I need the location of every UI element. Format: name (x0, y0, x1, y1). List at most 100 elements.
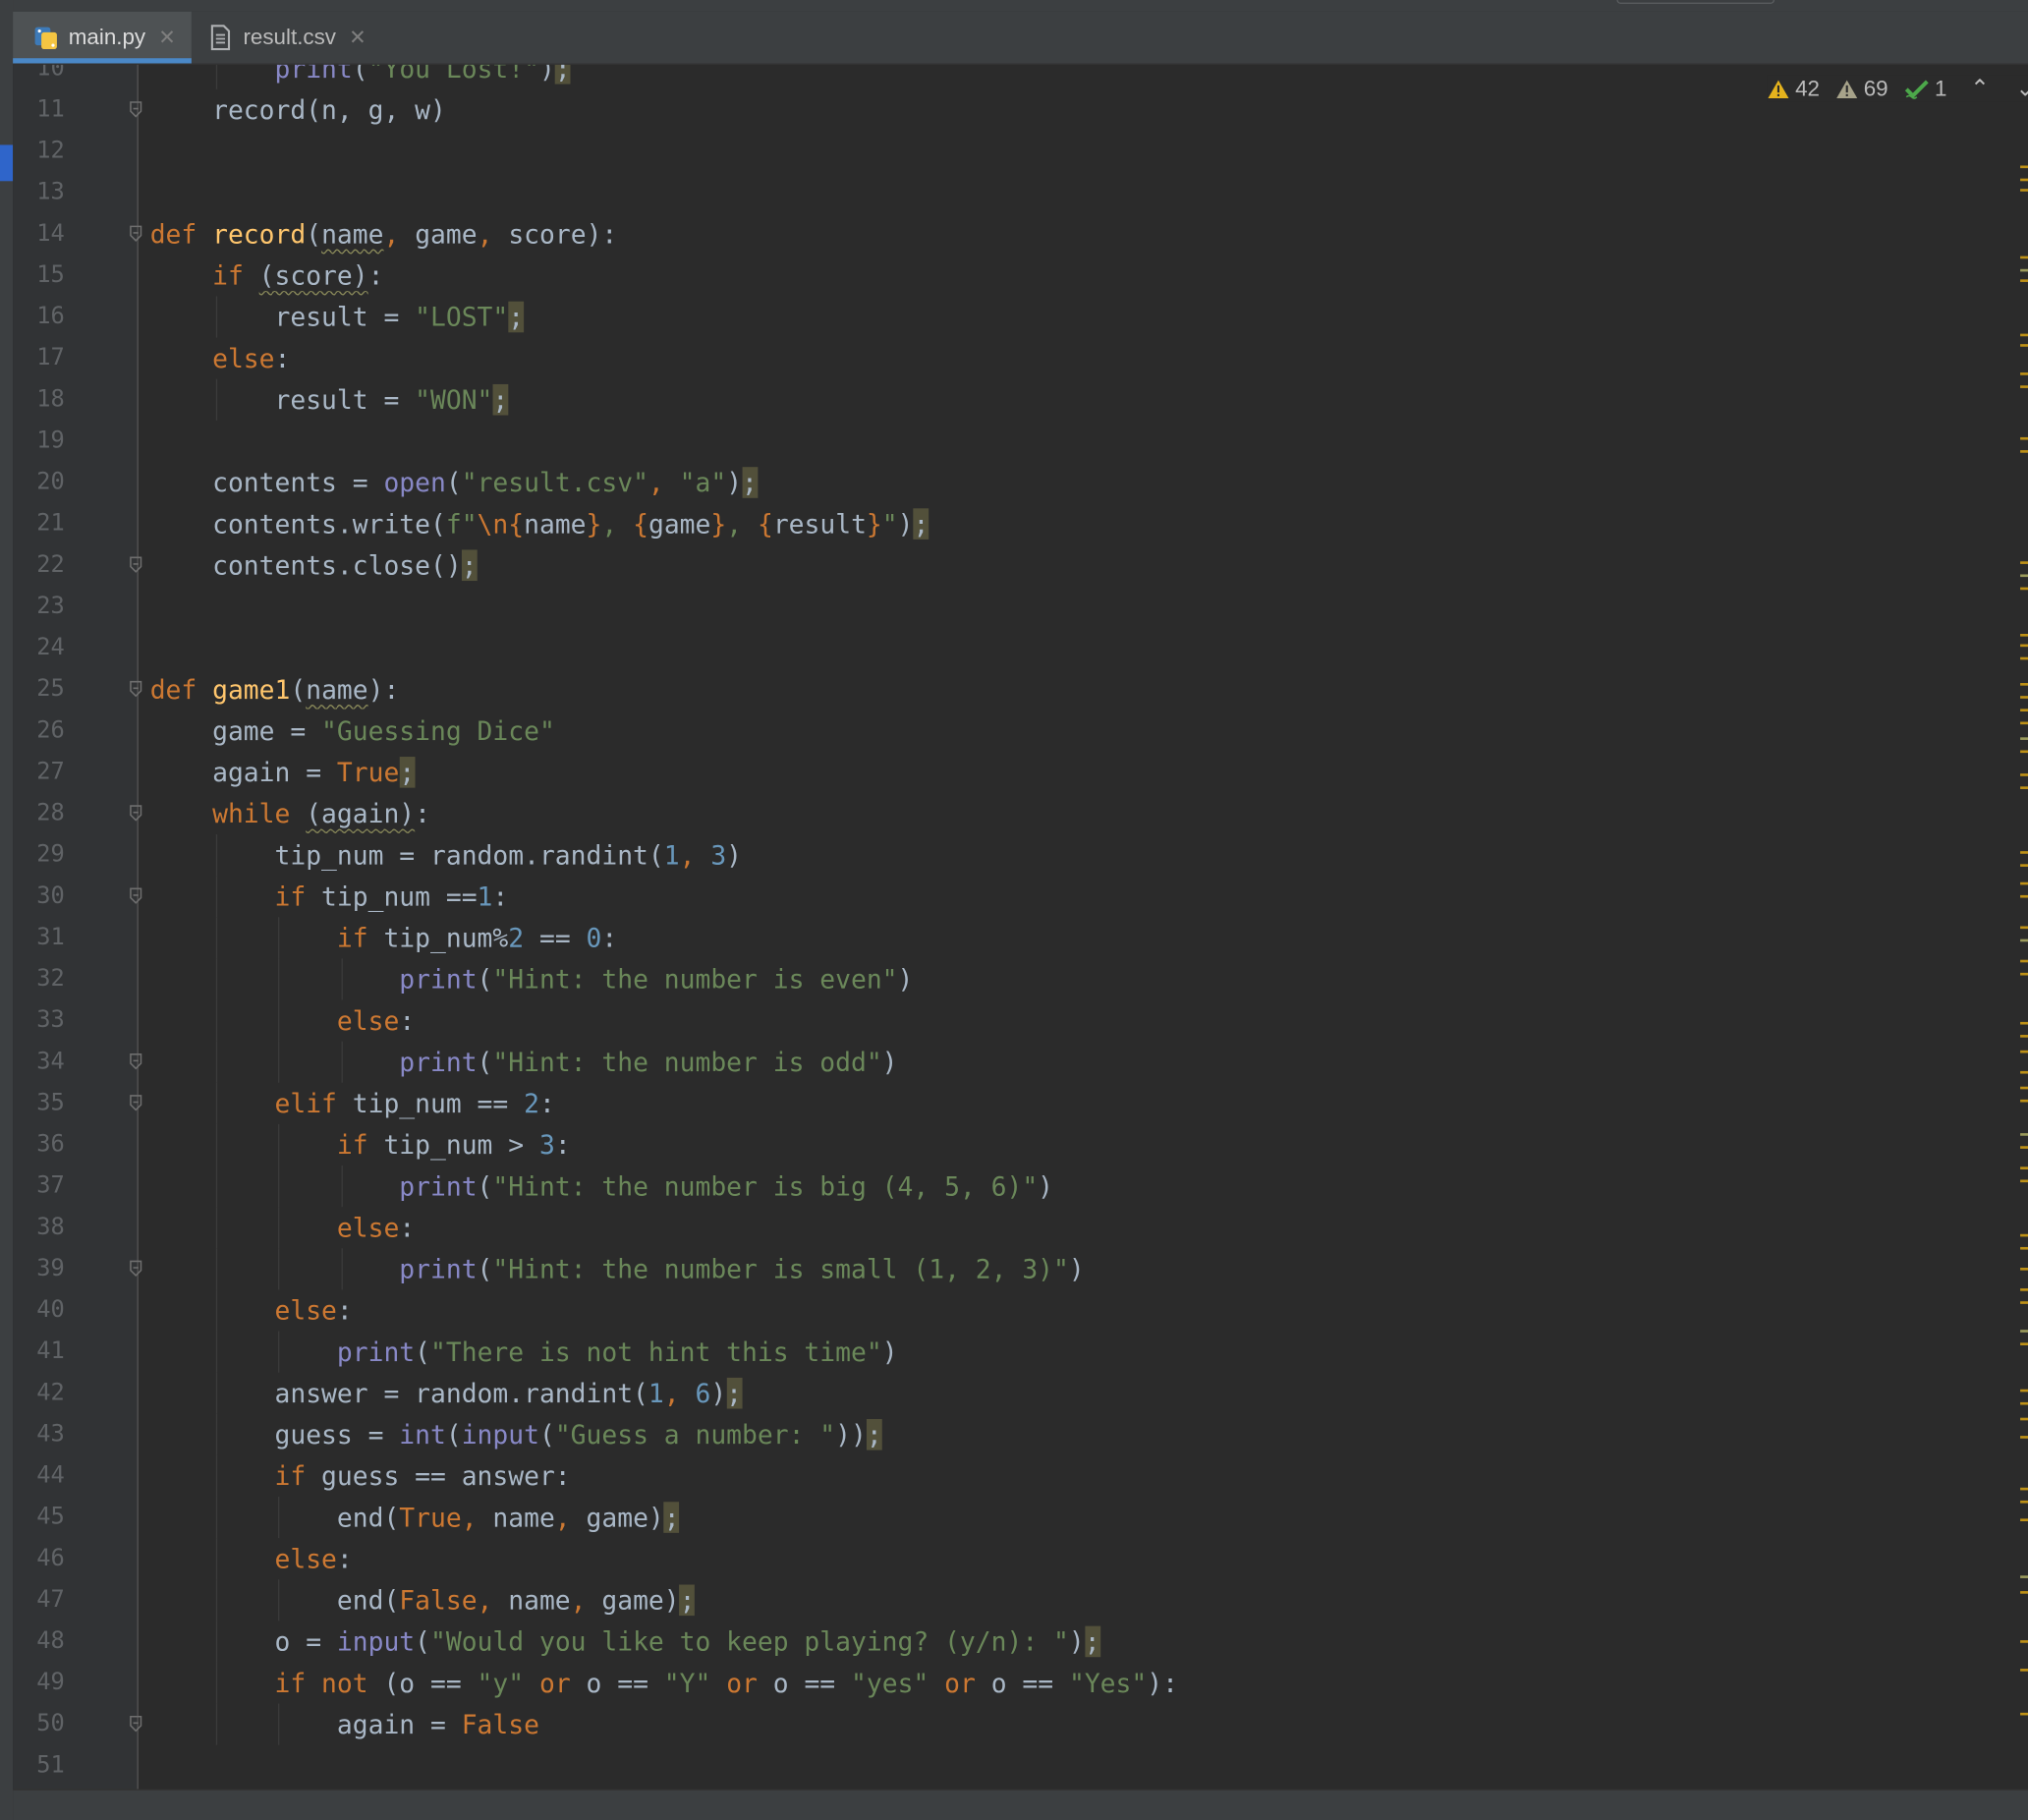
stripe-marker[interactable] (2020, 1436, 2028, 1439)
code-line[interactable]: 42 answer = random.randint(1, 6); (13, 1372, 2012, 1414)
code-line[interactable]: 30 if tip_num ==1: (13, 876, 2012, 918)
stripe-marker[interactable] (2020, 696, 2028, 699)
error-stripe[interactable] (2012, 65, 2028, 1790)
stripe-marker[interactable] (2020, 644, 2028, 648)
stripe-marker[interactable] (2020, 436, 2028, 440)
stripe-marker[interactable] (2020, 1575, 2028, 1578)
code-line[interactable]: 41 print("There is not hint this time") (13, 1331, 2012, 1373)
stripe-marker[interactable] (2020, 1268, 2028, 1271)
stripe-marker[interactable] (2020, 372, 2028, 375)
code-line[interactable]: 46 else: (13, 1538, 2012, 1580)
warnings-counter[interactable]: 42 (1767, 76, 1820, 101)
code-line[interactable]: 51 (13, 1745, 2012, 1787)
previous-highlight-icon[interactable]: ⌃ (1970, 75, 1990, 102)
fold-marker-icon[interactable] (130, 887, 142, 904)
stripe-marker[interactable] (2020, 634, 2028, 637)
stripe-marker[interactable] (2020, 1099, 2028, 1103)
code-line[interactable]: 35 elif tip_num == 2: (13, 1082, 2012, 1124)
stripe-marker[interactable] (2020, 1500, 2028, 1504)
project-tool-indicator[interactable] (0, 144, 14, 182)
stripe-marker[interactable] (2020, 1146, 2028, 1149)
code-line[interactable]: 12 (13, 131, 2012, 172)
code-line[interactable]: 29 tip_num = random.randint(1, 3) (13, 834, 2012, 877)
code-line[interactable]: 23 (13, 586, 2012, 627)
stripe-marker[interactable] (2020, 561, 2028, 564)
fold-marker-icon[interactable] (130, 556, 142, 573)
code-line[interactable]: 20 contents = open("result.csv", "a"); (13, 462, 2012, 503)
code-editor[interactable]: 10 print("You Lost!"); 11 record(n, g, w)… (13, 64, 2012, 1790)
stripe-marker[interactable] (2020, 1669, 2028, 1672)
fold-marker-icon[interactable] (130, 805, 142, 822)
stripe-marker[interactable] (2020, 587, 2028, 591)
stripe-marker[interactable] (2020, 656, 2028, 660)
stripe-marker[interactable] (2020, 1389, 2028, 1393)
fold-marker-icon[interactable] (130, 101, 142, 118)
stripe-marker[interactable] (2020, 1712, 2028, 1716)
stripe-marker[interactable] (2020, 1246, 2028, 1250)
code-line[interactable]: 31 if tip_num%2 == 0: (13, 917, 2012, 959)
fold-marker-icon[interactable] (130, 1095, 142, 1111)
stripe-marker[interactable] (2020, 737, 2028, 740)
code-line[interactable]: 24 (13, 627, 2012, 668)
stripe-marker[interactable] (2020, 721, 2028, 725)
stripe-marker[interactable] (2020, 1086, 2028, 1090)
stripe-marker[interactable] (2020, 1487, 2028, 1491)
close-icon[interactable]: ✕ (349, 25, 366, 50)
stripe-marker[interactable] (2020, 894, 2028, 898)
code-line[interactable]: 32 print("Hint: the number is even") (13, 958, 2012, 1000)
code-line[interactable]: 18 result = "WON"; (13, 378, 2012, 421)
stripe-marker[interactable] (2020, 1518, 2028, 1522)
stripe-marker[interactable] (2020, 1342, 2028, 1345)
toolbar-widget[interactable] (1616, 0, 1775, 4)
code-line[interactable]: 28 while (again): (13, 793, 2012, 834)
code-line[interactable]: 16 result = "LOST"; (13, 296, 2012, 338)
stripe-marker[interactable] (2020, 959, 2028, 963)
code-line[interactable]: 40 else: (13, 1289, 2012, 1332)
stripe-marker[interactable] (2020, 786, 2028, 789)
code-line[interactable]: 39 print("Hint: the number is small (1, … (13, 1248, 2012, 1290)
stripe-marker[interactable] (2020, 864, 2028, 867)
stripe-marker[interactable] (2020, 1640, 2028, 1643)
code-line[interactable]: 33 else: (13, 999, 2012, 1042)
stripe-marker[interactable] (2020, 450, 2028, 453)
code-line[interactable]: 26 game = "Guessing Dice" (13, 711, 2012, 752)
typos-counter[interactable]: 1 (1903, 76, 1946, 101)
stripe-marker[interactable] (2020, 926, 2028, 930)
stripe-marker[interactable] (2020, 851, 2028, 854)
stripe-marker[interactable] (2020, 750, 2028, 754)
code-line[interactable]: 48 o = input("Would you like to keep pla… (13, 1621, 2012, 1663)
stripe-marker[interactable] (2020, 1288, 2028, 1291)
stripe-marker[interactable] (2020, 165, 2028, 169)
code-line[interactable]: 15 if (score): (13, 255, 2012, 296)
code-line[interactable]: 22 contents.close(); (13, 544, 2012, 586)
fold-marker-icon[interactable] (130, 1052, 142, 1070)
code-line[interactable]: 47 end(False, name, game); (13, 1579, 2012, 1621)
stripe-marker[interactable] (2020, 279, 2028, 282)
stripe-marker[interactable] (2020, 1233, 2028, 1237)
code-line[interactable]: 34 print("Hint: the number is odd") (13, 1041, 2012, 1083)
fold-marker-icon[interactable] (130, 225, 142, 242)
stripe-marker[interactable] (2020, 1133, 2028, 1136)
stripe-marker[interactable] (2020, 1417, 2028, 1421)
stripe-marker[interactable] (2020, 773, 2028, 776)
stripe-marker[interactable] (2020, 1070, 2028, 1074)
stripe-marker[interactable] (2020, 385, 2028, 388)
code-line[interactable]: 19 (13, 421, 2012, 462)
stripe-marker[interactable] (2020, 333, 2028, 337)
stripe-marker[interactable] (2020, 178, 2028, 182)
code-line[interactable]: 45 end(True, name, game); (13, 1496, 2012, 1539)
fold-marker-icon[interactable] (130, 1260, 142, 1278)
code-line[interactable]: 50 again = False (13, 1703, 2012, 1745)
fold-marker-icon[interactable] (130, 1715, 142, 1733)
stripe-marker[interactable] (2020, 189, 2028, 192)
stripe-marker[interactable] (2020, 1035, 2028, 1038)
stripe-marker[interactable] (2020, 1330, 2028, 1333)
fold-marker-icon[interactable] (130, 680, 142, 698)
code-line[interactable]: 37 print("Hint: the number is big (4, 5,… (13, 1166, 2012, 1208)
stripe-marker[interactable] (2020, 1179, 2028, 1183)
tab-result-csv[interactable]: result.csv ✕ (209, 12, 390, 64)
stripe-marker[interactable] (2020, 938, 2028, 942)
code-line[interactable]: 13 (13, 172, 2012, 213)
stripe-marker[interactable] (2020, 344, 2028, 347)
code-line[interactable]: 27 again = True; (13, 752, 2012, 793)
